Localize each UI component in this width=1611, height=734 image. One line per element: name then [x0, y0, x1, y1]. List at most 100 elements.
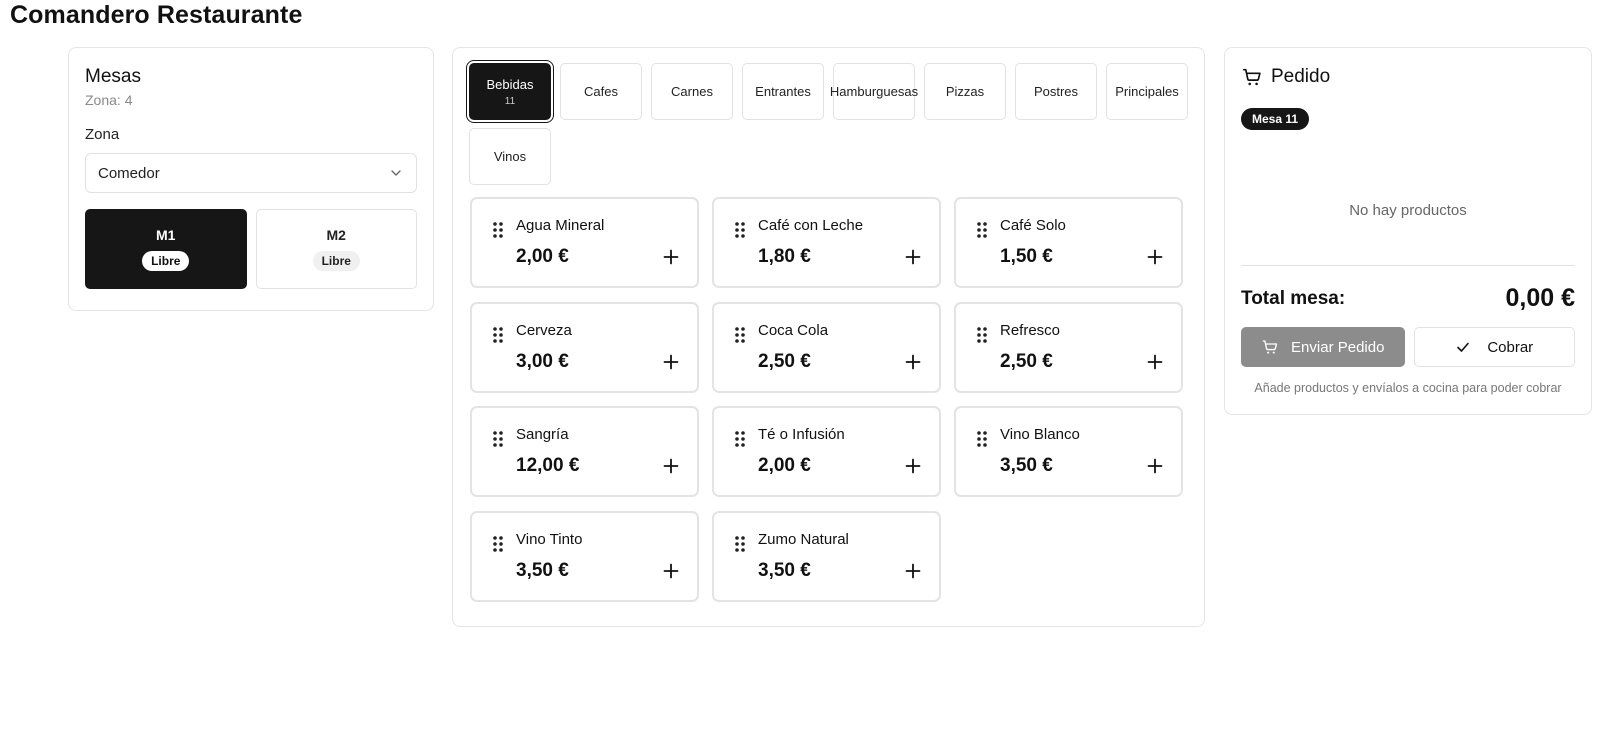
plus-icon[interactable] [905, 458, 921, 474]
category-tab-carnes[interactable]: Carnes [651, 63, 733, 120]
table-status-badge: Libre [312, 251, 360, 271]
category-tab-pizzas[interactable]: Pizzas [924, 63, 1006, 120]
plus-icon[interactable] [905, 249, 921, 265]
table-button-m1[interactable]: M1 Libre [85, 209, 247, 289]
product-name: Zumo Natural [758, 531, 849, 548]
drag-handle-icon[interactable] [734, 326, 746, 344]
drag-handle-icon[interactable] [734, 221, 746, 239]
product-name: Sangría [516, 426, 569, 443]
category-tab-entrantes[interactable]: Entrantes [742, 63, 824, 120]
send-order-button[interactable]: Enviar Pedido [1241, 327, 1405, 367]
empty-order-text: No hay productos [1349, 202, 1467, 219]
product-card[interactable]: Vino Tinto 3,50 € [470, 511, 699, 602]
shopping-cart-icon [1262, 340, 1278, 354]
drag-handle-icon[interactable] [734, 535, 746, 553]
drag-handle-icon[interactable] [492, 326, 504, 344]
table-status-badge: Libre [142, 251, 190, 271]
drag-handle-icon[interactable] [492, 221, 504, 239]
order-panel: Pedido Mesa 11 No hay productos Total me… [1224, 47, 1592, 415]
check-icon [1457, 342, 1470, 352]
category-label: Principales [1115, 84, 1179, 99]
mesas-title: Mesas [85, 66, 141, 87]
product-price: 1,80 € [758, 246, 811, 267]
category-label: Carnes [671, 84, 713, 99]
product-price: 3,00 € [516, 351, 569, 372]
table-name: M1 [156, 227, 176, 243]
products-panel: Bebidas 11 Cafes Carnes Entrantes Hambur… [452, 47, 1205, 627]
drag-handle-icon[interactable] [734, 430, 746, 448]
product-price: 12,00 € [516, 455, 580, 476]
category-tab-postres[interactable]: Postres [1015, 63, 1097, 120]
category-tab-bebidas[interactable]: Bebidas 11 [469, 63, 551, 120]
mesas-panel: Mesas Zona: 4 Zona Comedor M1 Libre M2 L… [68, 47, 434, 311]
send-order-label: Enviar Pedido [1291, 338, 1385, 356]
product-card[interactable]: Zumo Natural 3,50 € [712, 511, 941, 602]
app-title: Comandero Restaurante [10, 1, 303, 29]
product-name: Vino Blanco [1000, 426, 1080, 443]
plus-icon[interactable] [1147, 249, 1163, 265]
category-label: Postres [1033, 84, 1079, 99]
total-row: Total mesa: 0,00 € [1241, 284, 1575, 313]
product-name: Té o Infusión [758, 426, 845, 443]
drag-handle-icon[interactable] [976, 221, 988, 239]
product-name: Refresco [1000, 322, 1061, 339]
plus-icon[interactable] [905, 563, 921, 579]
product-name: Café con Leche [758, 217, 864, 234]
category-tab-vinos[interactable]: Vinos [469, 128, 551, 185]
plus-icon[interactable] [663, 563, 679, 579]
plus-icon[interactable] [663, 458, 679, 474]
table-button-m2[interactable]: M2 Libre [255, 209, 417, 289]
order-title: Pedido [1271, 66, 1331, 87]
chevron-down-icon [391, 170, 401, 176]
total-value: 0,00 € [1505, 284, 1575, 312]
plus-icon[interactable] [663, 249, 679, 265]
product-price: 2,50 € [758, 351, 811, 372]
product-price: 2,00 € [758, 455, 811, 476]
zona-label: Zona [85, 126, 120, 143]
category-tab-hamburguesas[interactable]: Hamburguesas [829, 63, 919, 120]
plus-icon[interactable] [905, 354, 921, 370]
plus-icon[interactable] [663, 354, 679, 370]
product-card[interactable]: Café Solo 1,50 € [954, 197, 1183, 288]
category-label: Bebidas [486, 76, 534, 92]
drag-handle-icon[interactable] [976, 326, 988, 344]
drag-handle-icon[interactable] [492, 535, 504, 553]
cobrar-button[interactable]: Cobrar [1413, 327, 1575, 367]
product-card[interactable]: Refresco 2,50 € [954, 302, 1183, 393]
product-card[interactable]: Té o Infusión 2,00 € [712, 406, 941, 497]
total-label: Total mesa: [1241, 287, 1346, 309]
drag-handle-icon[interactable] [492, 430, 504, 448]
plus-icon[interactable] [1147, 458, 1163, 474]
product-name: Agua Mineral [516, 217, 605, 234]
category-tab-cafes[interactable]: Cafes [560, 63, 642, 120]
product-name: Café Solo [1000, 217, 1066, 234]
product-price: 2,00 € [516, 246, 569, 267]
mesas-zone-info: Zona: 4 [85, 92, 133, 108]
product-card[interactable]: Coca Cola 2,50 € [712, 302, 941, 393]
zona-select[interactable]: Comedor [85, 153, 417, 193]
shopping-cart-icon [1242, 68, 1261, 86]
tables-grid: M1 Libre M2 Libre [85, 209, 417, 289]
selected-table-badge: Mesa 11 [1241, 108, 1310, 130]
product-name: Coca Cola [758, 322, 829, 339]
product-card[interactable]: Agua Mineral 2,00 € [470, 197, 699, 288]
table-name: M2 [326, 227, 346, 243]
product-price: 3,50 € [516, 560, 569, 581]
divider [1241, 265, 1575, 266]
category-label: Hamburguesas [829, 84, 919, 99]
category-label: Pizzas [945, 84, 985, 99]
product-card[interactable]: Vino Blanco 3,50 € [954, 406, 1183, 497]
order-hint: Añade productos y envíalos a cocina para… [1254, 381, 1562, 395]
cobrar-label: Cobrar [1487, 338, 1534, 356]
category-count: 11 [504, 95, 516, 107]
plus-icon[interactable] [1147, 354, 1163, 370]
product-card[interactable]: Café con Leche 1,80 € [712, 197, 941, 288]
category-tab-principales[interactable]: Principales [1106, 63, 1188, 120]
product-name: Cerveza [516, 322, 572, 339]
product-price: 2,50 € [1000, 351, 1053, 372]
product-price: 1,50 € [1000, 246, 1053, 267]
product-card[interactable]: Sangría 12,00 € [470, 406, 699, 497]
product-card[interactable]: Cerveza 3,00 € [470, 302, 699, 393]
product-price: 3,50 € [758, 560, 811, 581]
drag-handle-icon[interactable] [976, 430, 988, 448]
